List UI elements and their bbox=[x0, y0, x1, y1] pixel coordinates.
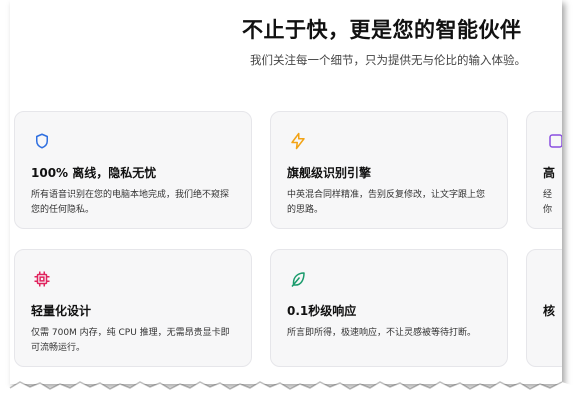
feature-card-privacy: 100% 离线，隐私无忧 所有语音识别在您的电脑本地完成，我们绝不窥探您的任何隐… bbox=[14, 111, 252, 229]
feature-card-partial-bottom: 核 bbox=[526, 249, 562, 367]
lightning-icon bbox=[289, 132, 307, 150]
shield-icon bbox=[33, 132, 51, 150]
section-title: 不止于快，更是您的智能伙伴 bbox=[242, 18, 522, 42]
feature-description: 所有语音识别在您的电脑本地完成，我们绝不窥探您的任何隐私。 bbox=[31, 190, 230, 215]
feature-title: 核 bbox=[543, 304, 556, 318]
feature-description: 中英混合同样精准，告别反复修改，让文字跟上您的思路。 bbox=[287, 190, 486, 215]
feature-description: 仅需 700M 内存，纯 CPU 推理，无需昂贵显卡即可流畅运行。 bbox=[31, 328, 230, 353]
feature-card-response: 0.1秒级响应 所言即所得，极速响应，不让灵感被等待打断。 bbox=[270, 249, 508, 367]
feature-description-line: 你 bbox=[543, 205, 553, 215]
feature-description-line: 经 bbox=[543, 190, 553, 200]
feature-card-partial-top: 高 经 你 bbox=[526, 111, 562, 229]
section-subtitle: 我们关注每一个细节，只为提供无与伦比的输入体验。 bbox=[250, 53, 526, 67]
chip-icon bbox=[33, 270, 51, 288]
feature-description: 所言即所得，极速响应，不让灵感被等待打断。 bbox=[287, 328, 477, 338]
feature-card-engine: 旗舰级识别引擎 中英混合同样精准，告别反复修改，让文字跟上您的思路。 bbox=[270, 111, 508, 229]
feature-title: 0.1秒级响应 bbox=[287, 304, 357, 318]
feature-card-lightweight: 轻量化设计 仅需 700M 内存，纯 CPU 推理，无需昂贵显卡即可流畅运行。 bbox=[14, 249, 252, 367]
torn-edge bbox=[0, 381, 574, 402]
partial-icon bbox=[547, 132, 562, 150]
feature-title: 100% 离线，隐私无忧 bbox=[31, 166, 157, 180]
features-section: 不止于快，更是您的智能伙伴 我们关注每一个细节，只为提供无与伦比的输入体验。 1… bbox=[10, 0, 562, 384]
feature-title: 旗舰级识别引擎 bbox=[287, 166, 372, 180]
feature-title: 轻量化设计 bbox=[31, 304, 92, 318]
feature-title: 高 bbox=[543, 166, 556, 180]
feather-icon bbox=[289, 270, 307, 288]
